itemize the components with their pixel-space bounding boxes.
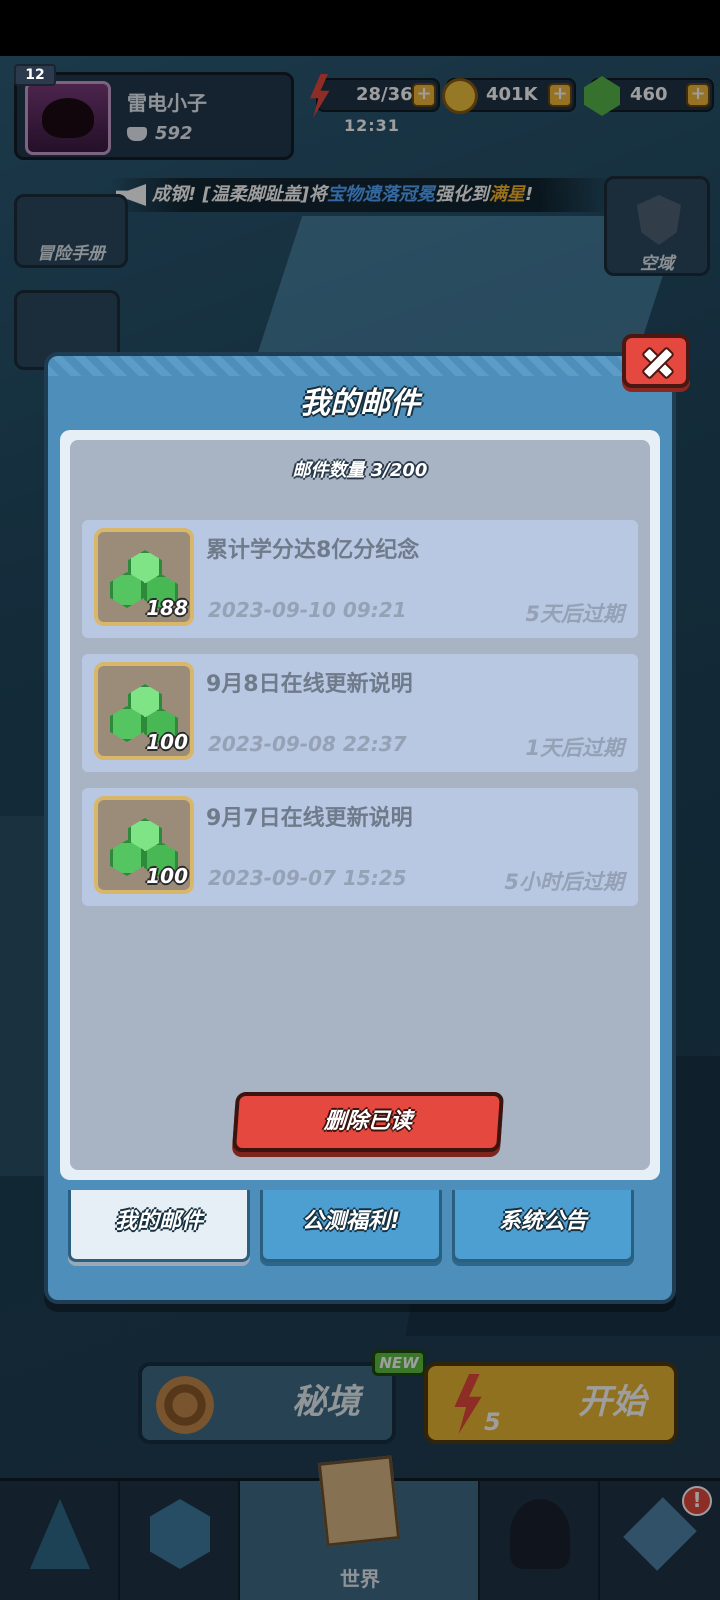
dialog-header-pattern xyxy=(48,356,672,376)
delete-read-button[interactable]: 删除已读 xyxy=(231,1092,505,1152)
tab-my-mail[interactable]: 我的邮件 xyxy=(68,1190,250,1262)
mail-title: 9月7日在线更新说明 xyxy=(206,806,413,831)
mail-date: 2023-09-08 22:37 xyxy=(208,732,407,756)
mail-date: 2023-09-10 09:21 xyxy=(208,598,407,622)
mail-panel: 邮件数量 3/200 188 累计学分达8亿分纪念 2023-09-10 09:… xyxy=(60,430,660,1180)
gem-reward-icon: 188 xyxy=(94,528,194,626)
level-badge: 12 xyxy=(14,64,56,86)
mail-expire: 1天后过期 xyxy=(525,736,624,760)
mail-title: 9月8日在线更新说明 xyxy=(206,672,413,697)
dialog-title: 我的邮件 xyxy=(300,386,420,421)
mail-item[interactable]: 100 9月8日在线更新说明 2023-09-08 22:37 1天后过期 xyxy=(82,654,638,772)
gem-reward-icon: 100 xyxy=(94,662,194,760)
reward-quantity: 188 xyxy=(146,596,188,620)
mail-list-area: 邮件数量 3/200 188 累计学分达8亿分纪念 2023-09-10 09:… xyxy=(70,440,650,1170)
mail-expire: 5小时后过期 xyxy=(504,870,624,894)
mail-title: 累计学分达8亿分纪念 xyxy=(206,538,420,563)
mail-item[interactable]: 188 累计学分达8亿分纪念 2023-09-10 09:21 5天后过期 xyxy=(82,520,638,638)
reward-quantity: 100 xyxy=(146,864,188,888)
gem-reward-icon: 100 xyxy=(94,796,194,894)
reward-quantity: 100 xyxy=(146,730,188,754)
mail-item[interactable]: 100 9月7日在线更新说明 2023-09-07 15:25 5小时后过期 xyxy=(82,788,638,906)
mail-tabs: 我的邮件 公测福利! 系统公告 xyxy=(68,1190,634,1266)
mail-date: 2023-09-07 15:25 xyxy=(208,866,407,890)
tab-system-notice[interactable]: 系统公告 xyxy=(452,1190,634,1262)
close-button[interactable] xyxy=(622,334,690,388)
mail-expire: 5天后过期 xyxy=(525,602,624,626)
tab-beta-benefits[interactable]: 公测福利! xyxy=(260,1190,442,1262)
mail-count: 邮件数量 3/200 xyxy=(292,460,428,481)
mail-dialog: 我的邮件 邮件数量 3/200 188 累计学分达8亿分纪念 2023-09-1… xyxy=(44,352,676,1304)
